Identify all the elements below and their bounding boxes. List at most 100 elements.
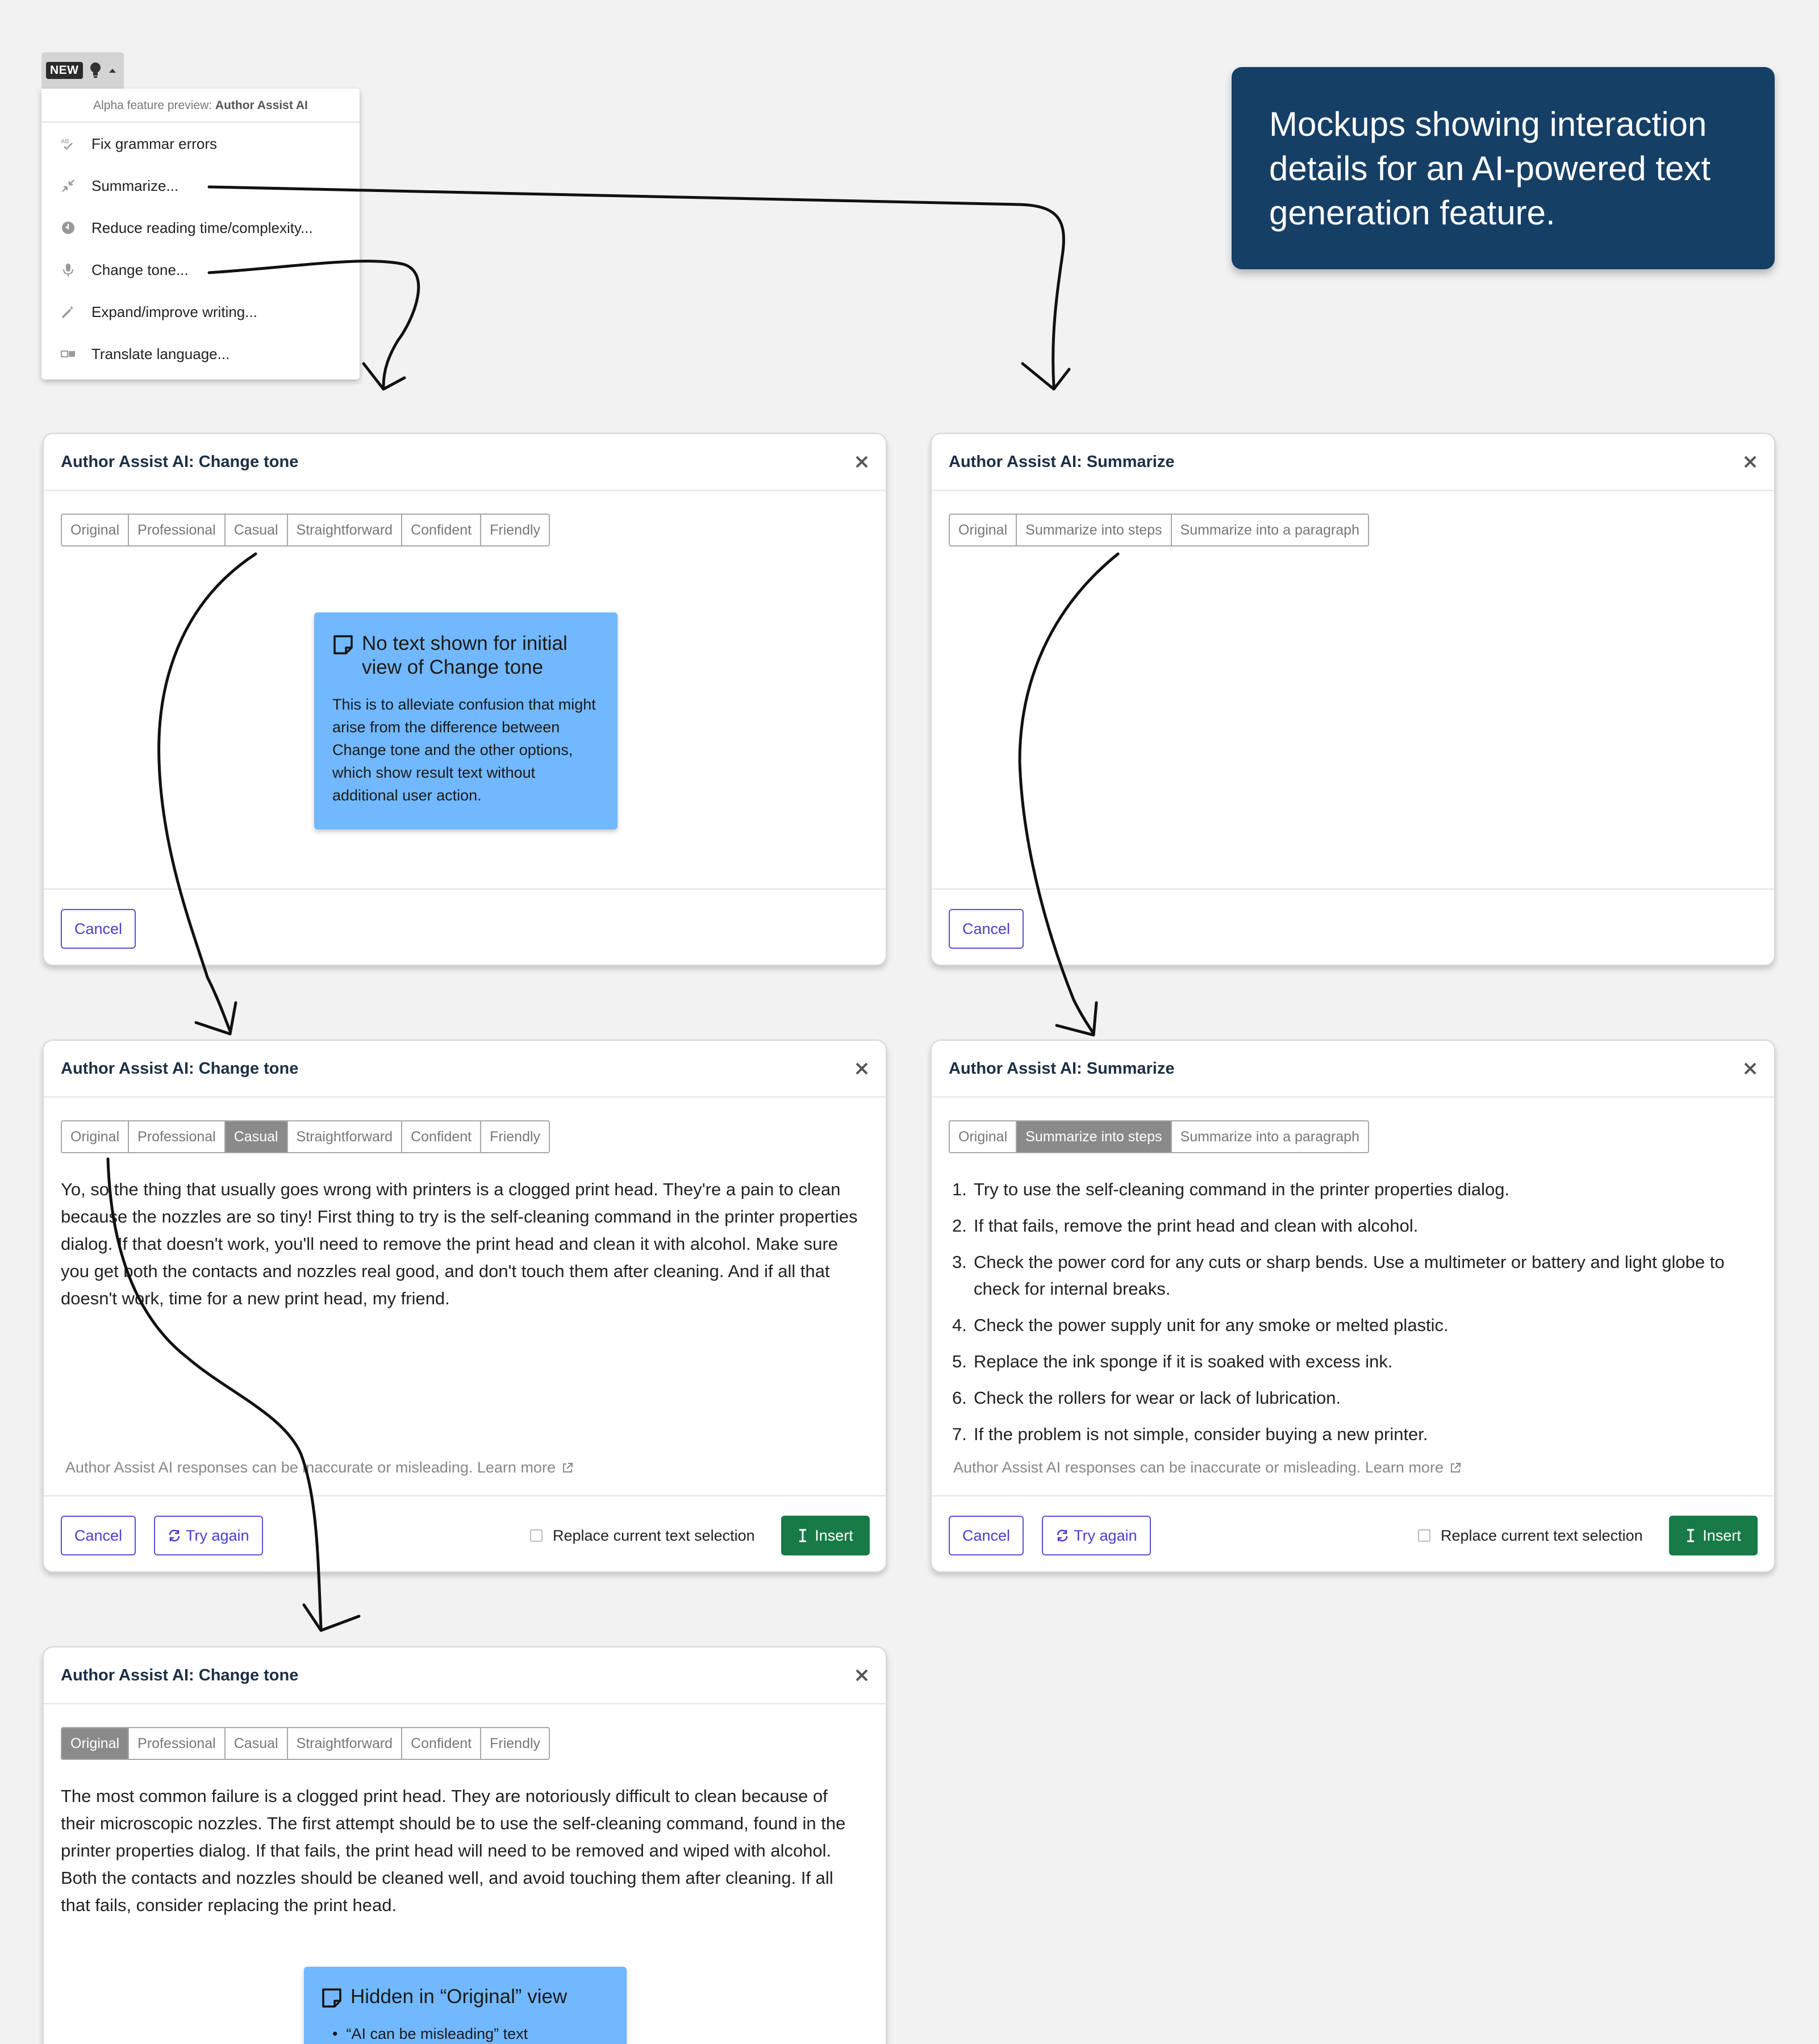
- tab-straightforward[interactable]: Straightforward: [288, 1121, 403, 1152]
- external-link-icon[interactable]: [1449, 1462, 1462, 1474]
- dialog-title: Author Assist AI: Change tone: [61, 1666, 299, 1684]
- insert-button[interactable]: Insert: [781, 1516, 870, 1555]
- sticky-note-initial-view: No text shown for initial view of Change…: [314, 612, 618, 829]
- tab-original[interactable]: Original: [62, 1728, 130, 1759]
- list-item: 2. If that fails, remove the print head a…: [952, 1216, 1419, 1236]
- dialog-footer: Cancel: [44, 888, 886, 965]
- microphone-icon: [63, 264, 73, 277]
- tab-original[interactable]: Original: [950, 515, 1017, 545]
- dialog-footer: Cancel Try again Replace current text se…: [932, 1495, 1774, 1571]
- tab-confident[interactable]: Confident: [402, 515, 482, 545]
- clock-icon: [62, 222, 74, 234]
- refresh-icon: [1057, 1529, 1068, 1542]
- tone-tabs: Original Professional Casual Straightfor…: [61, 1120, 550, 1153]
- tab-summarize-paragraph[interactable]: Summarize into a paragraph: [1172, 1121, 1368, 1152]
- dialog-title: Author Assist AI: Change tone: [61, 1059, 299, 1078]
- tab-straightforward[interactable]: Straightforward: [288, 515, 403, 545]
- tab-friendly[interactable]: Friendly: [481, 1121, 549, 1152]
- arrowhead-summarize: [1021, 362, 1071, 391]
- tab-professional[interactable]: Professional: [129, 515, 226, 545]
- arrowhead-summary-to-steps: [1055, 1001, 1098, 1037]
- close-icon[interactable]: [855, 455, 869, 469]
- close-icon[interactable]: [855, 1062, 869, 1075]
- list-item: 1. Try to use the self-cleaning command i…: [952, 1179, 1510, 1199]
- spellcheck-icon: AB: [61, 138, 73, 150]
- sticky-note-bullet: • “AI can be misleading” text: [332, 2025, 528, 2042]
- menu-item-expand-writing[interactable]: Expand/improve writing...: [41, 291, 360, 333]
- try-again-button[interactable]: Try again: [1042, 1516, 1151, 1555]
- summary-tabs: Original Summarize into steps Summarize …: [949, 514, 1369, 547]
- ai-toolbar-button[interactable]: NEW: [41, 52, 124, 89]
- menu-header: Alpha feature preview: Author Assist AI: [41, 89, 360, 123]
- insert-button[interactable]: Insert: [1669, 1516, 1758, 1555]
- svg-text:AB: AB: [61, 138, 69, 145]
- cancel-button[interactable]: Cancel: [949, 1516, 1024, 1555]
- menu-item-translate[interactable]: Translate language...: [41, 333, 360, 375]
- dialog-title: Author Assist AI: Summarize: [949, 452, 1175, 471]
- menu-item-reduce-reading-time[interactable]: Reduce reading time/complexity...: [41, 207, 360, 249]
- result-text: Yo, so the thing that usually goes wrong…: [61, 1179, 858, 1308]
- translate-icon: [61, 351, 75, 357]
- note-icon: [333, 635, 353, 654]
- change-tone-dialog-casual: Author Assist AI: Change tone Original P…: [43, 1040, 887, 1572]
- summary-tabs: Original Summarize into steps Summarize …: [949, 1120, 1369, 1153]
- external-link-icon[interactable]: [561, 1462, 574, 1474]
- cancel-button[interactable]: Cancel: [949, 909, 1024, 949]
- ai-disclaimer: Author Assist AI responses can be inaccu…: [953, 1459, 1462, 1476]
- arrowhead-change-tone: [362, 362, 406, 391]
- ai-disclaimer: Author Assist AI responses can be inaccu…: [65, 1459, 574, 1476]
- tab-confident[interactable]: Confident: [402, 1728, 482, 1759]
- sticky-note-body: This is to alleviate confusion that migh…: [332, 696, 596, 804]
- caret-up-icon: [109, 69, 116, 73]
- lightbulb-icon: [90, 62, 101, 78]
- tab-professional[interactable]: Professional: [129, 1121, 226, 1152]
- list-item: 6. Check the rollers for wear or lack of …: [952, 1388, 1341, 1408]
- menu-item-fix-grammar[interactable]: AB Fix grammar errors: [41, 123, 360, 165]
- cancel-button[interactable]: Cancel: [61, 909, 136, 949]
- tab-straightforward[interactable]: Straightforward: [288, 1728, 403, 1759]
- list-item: 4. Check the power supply unit for any sm…: [952, 1315, 1449, 1335]
- list-item: 7. If the problem is not simple, consider…: [952, 1424, 1428, 1444]
- menu-item-summarize[interactable]: Summarize...: [41, 165, 360, 207]
- replace-selection-checkbox[interactable]: Replace current text selection: [1418, 1516, 1643, 1555]
- tab-summarize-steps[interactable]: Summarize into steps: [1017, 515, 1172, 545]
- sticky-note-title: No text shown for initial view of Change…: [362, 632, 568, 678]
- close-icon[interactable]: [855, 1668, 869, 1682]
- note-icon: [322, 1988, 341, 2008]
- arrowhead-casual-to-original: [302, 1603, 361, 1632]
- tab-original[interactable]: Original: [62, 515, 130, 545]
- menu-item-change-tone[interactable]: Change tone...: [41, 249, 360, 291]
- tab-professional[interactable]: Professional: [129, 1728, 226, 1759]
- tab-summarize-steps[interactable]: Summarize into steps: [1017, 1121, 1172, 1152]
- tab-summarize-paragraph[interactable]: Summarize into a paragraph: [1172, 515, 1368, 545]
- summarize-dialog-initial: Author Assist AI: Summarize Original Sum…: [931, 433, 1775, 966]
- tab-friendly[interactable]: Friendly: [481, 1728, 549, 1759]
- summarize-dialog-steps: Author Assist AI: Summarize Original Sum…: [931, 1040, 1775, 1572]
- tab-casual[interactable]: Casual: [226, 515, 288, 545]
- tone-tabs: Original Professional Casual Straightfor…: [61, 514, 550, 547]
- tab-original[interactable]: Original: [62, 1121, 130, 1152]
- cancel-button[interactable]: Cancel: [61, 1516, 136, 1555]
- tab-original[interactable]: Original: [950, 1121, 1017, 1152]
- tab-friendly[interactable]: Friendly: [481, 515, 549, 545]
- checkbox[interactable]: [530, 1529, 543, 1542]
- ai-feature-menu: Alpha feature preview: Author Assist AI …: [41, 89, 360, 379]
- sticky-note-hidden-original: Hidden in “Original” view • “AI can be m…: [304, 1967, 627, 2044]
- tab-casual[interactable]: Casual: [225, 1121, 288, 1152]
- arrowhead-tone-to-casual: [194, 1001, 237, 1036]
- close-icon[interactable]: [1743, 1062, 1757, 1075]
- refresh-icon: [169, 1529, 180, 1542]
- try-again-button[interactable]: Try again: [154, 1516, 263, 1555]
- compress-icon: [62, 180, 74, 192]
- tab-casual[interactable]: Casual: [226, 1728, 288, 1759]
- checkbox[interactable]: [1418, 1529, 1430, 1542]
- original-text: The most common failure is a clogged pri…: [61, 1786, 846, 1915]
- replace-selection-checkbox[interactable]: Replace current text selection: [530, 1516, 755, 1555]
- dialog-title: Author Assist AI: Change tone: [61, 452, 299, 471]
- dialog-footer: Cancel Try again Replace current text se…: [44, 1495, 886, 1571]
- dialog-title: Author Assist AI: Summarize: [949, 1059, 1175, 1078]
- change-tone-dialog-original: Author Assist AI: Change tone Original P…: [43, 1646, 887, 2044]
- close-icon[interactable]: [1743, 455, 1757, 469]
- tab-confident[interactable]: Confident: [402, 1121, 482, 1152]
- text-cursor-icon: [799, 1529, 807, 1542]
